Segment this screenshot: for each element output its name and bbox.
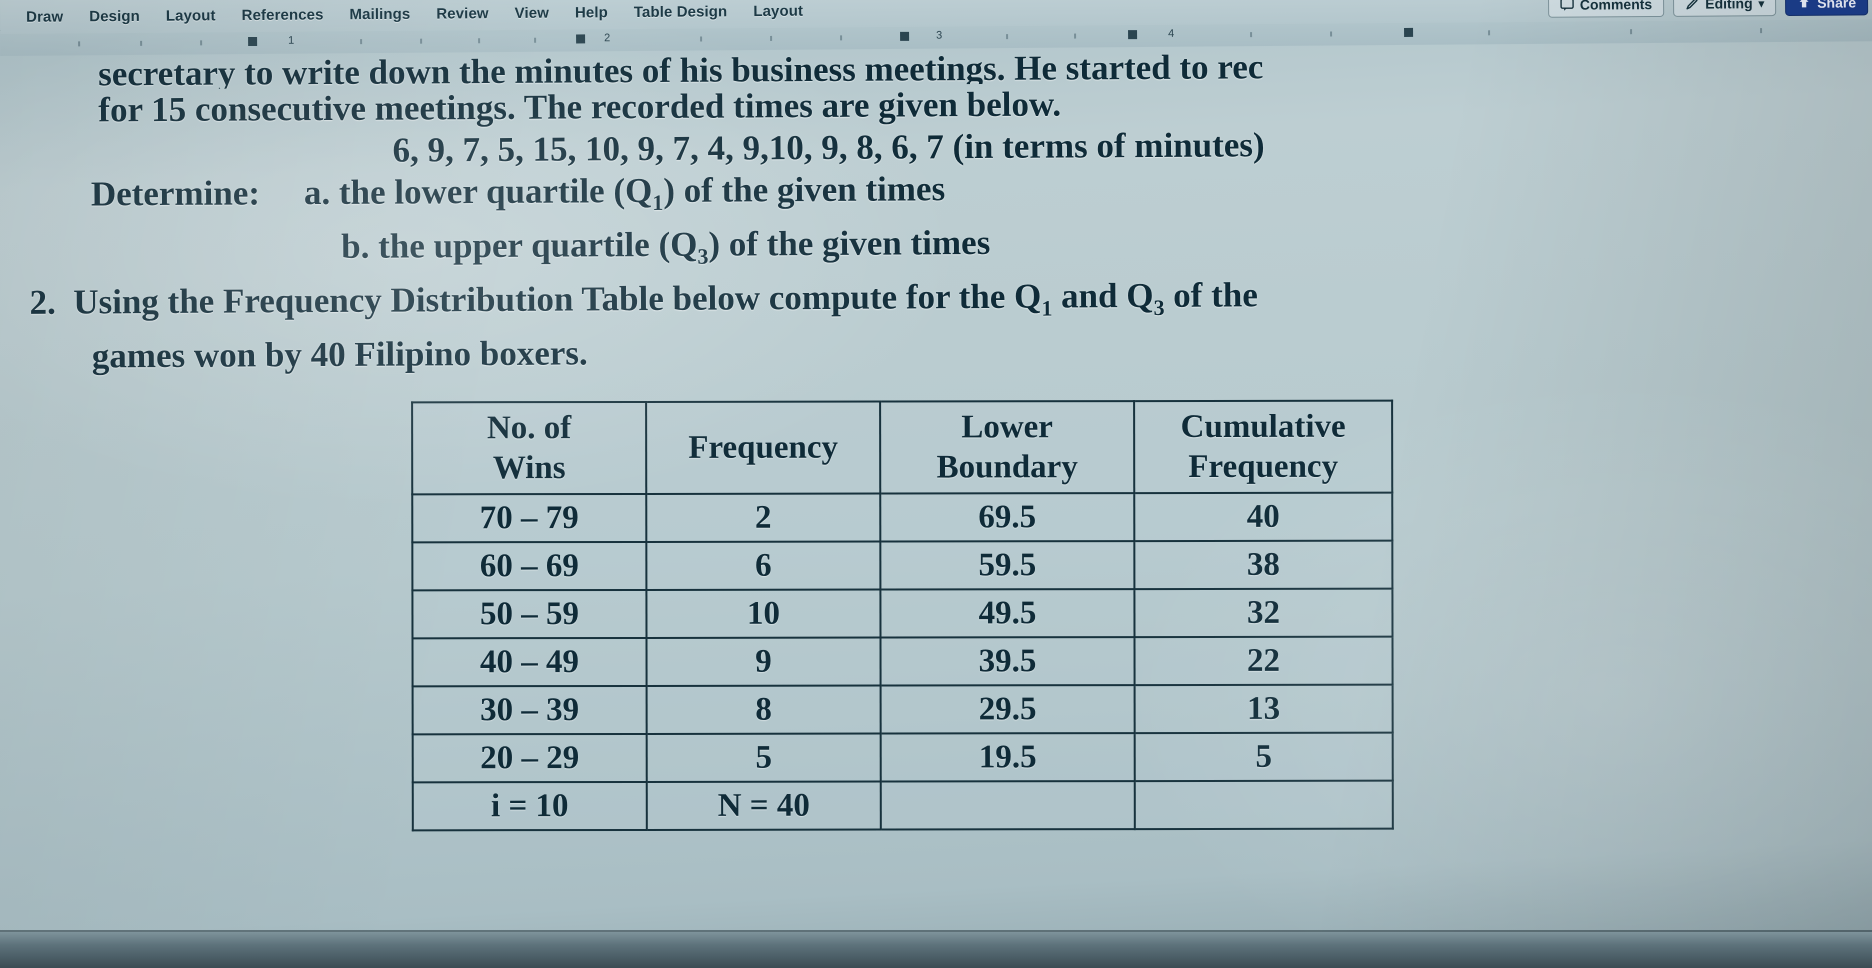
- tab-stop-marker-3[interactable]: [900, 31, 910, 41]
- ruler-number-1: 1: [288, 34, 295, 47]
- photographed-screen: Draw Design Layout References Mailings R…: [0, 0, 1872, 968]
- share-icon: [1797, 0, 1811, 10]
- ruler-number-3: 3: [936, 29, 943, 42]
- ribbon-tab-draw[interactable]: Draw: [26, 8, 63, 25]
- ribbon-tab-layout[interactable]: Layout: [166, 7, 216, 24]
- ribbon-tab-mailings[interactable]: Mailings: [349, 5, 410, 22]
- tab-stop-marker-4[interactable]: [1128, 30, 1138, 40]
- table-summary-row[interactable]: i = 10 N = 40: [412, 780, 1393, 831]
- table-header-lower-boundary: Lower Boundary: [880, 401, 1135, 494]
- share-button[interactable]: Share: [1785, 0, 1869, 16]
- cell-lower-boundary: 59.5: [880, 541, 1135, 590]
- ribbon-tab-view[interactable]: View: [515, 4, 549, 21]
- ribbon-tab-table-layout[interactable]: Layout: [753, 2, 803, 19]
- question-a-tail: ) of the given times: [663, 169, 946, 210]
- cell-frequency: 5: [646, 733, 881, 782]
- comment-bubble-icon: [1560, 0, 1574, 12]
- header-cumulative-line2: Frequency: [1188, 448, 1339, 485]
- frequency-distribution-table-wrapper: No. of Wins Frequency Lower Boundary Cum…: [2, 395, 1872, 836]
- comments-button-label: Comments: [1579, 0, 1653, 13]
- cell-wins: 40 – 49: [412, 637, 647, 687]
- cell-wins: 20 – 29: [412, 733, 647, 783]
- header-lower-line1: Lower: [961, 409, 1053, 446]
- cell-cumulative-frequency: 32: [1134, 588, 1393, 638]
- cell-cumulative-frequency: 13: [1134, 684, 1393, 734]
- ribbon-right-actions: Comments Editing ▾ Share: [1547, 0, 1872, 22]
- tab-stop-marker-2[interactable]: [576, 34, 586, 44]
- question-b-tail: ) of the given times: [708, 222, 991, 264]
- ribbon-tab-references[interactable]: References: [242, 6, 324, 24]
- item-2-text-a: Using the Frequency Distribution Table b…: [73, 276, 1042, 322]
- header-cumulative-line1: Cumulative: [1180, 408, 1346, 446]
- table-row[interactable]: 50 – 59 10 49.5 32: [412, 588, 1393, 639]
- ribbon-tab-table-design[interactable]: Table Design: [634, 3, 728, 21]
- table-row[interactable]: 30 – 39 8 29.5 13: [412, 684, 1393, 735]
- ribbon-tab-review[interactable]: Review: [436, 5, 488, 22]
- question-b-subscript: 3: [697, 243, 709, 269]
- editing-mode-button[interactable]: Editing ▾: [1673, 0, 1777, 17]
- question-b-text: b. the upper quartile (Q: [341, 224, 698, 266]
- table-row[interactable]: 60 – 69 6 59.5 38: [412, 540, 1393, 591]
- table-row[interactable]: 20 – 29 5 19.5 5: [412, 732, 1393, 783]
- item-2-sub-3: 3: [1153, 294, 1165, 320]
- frequency-distribution-table[interactable]: No. of Wins Frequency Lower Boundary Cum…: [411, 400, 1394, 832]
- cell-wins: 30 – 39: [412, 685, 647, 735]
- table-row[interactable]: 70 – 79 2 69.5 40: [412, 492, 1393, 543]
- ruler-number-2: 2: [604, 32, 611, 45]
- tab-stop-marker-5[interactable]: [1404, 27, 1414, 37]
- header-wins-line2: Wins: [492, 450, 566, 487]
- cell-cumulative-frequency: 22: [1134, 636, 1393, 686]
- chevron-down-icon: ▾: [1758, 0, 1765, 10]
- cell-wins: 70 – 79: [412, 493, 647, 543]
- header-wins-line1: No. of: [486, 410, 572, 447]
- cell-lower-boundary-empty: [880, 781, 1135, 830]
- header-lower-line2: Boundary: [936, 449, 1078, 486]
- ribbon-tab-list: Draw Design Layout References Mailings R…: [0, 2, 803, 25]
- cell-lower-boundary: 19.5: [880, 733, 1135, 782]
- pencil-icon: [1685, 0, 1699, 11]
- table-header-row: No. of Wins Frequency Lower Boundary Cum…: [412, 400, 1393, 495]
- item-2-text-c: of the: [1164, 275, 1258, 315]
- comments-button[interactable]: Comments: [1547, 0, 1665, 18]
- monitor-bezel: [0, 932, 1872, 968]
- item-2-number: 2.: [29, 282, 56, 322]
- item-2-text-b: and Q: [1052, 275, 1154, 316]
- cell-frequency: 2: [646, 493, 881, 542]
- cell-wins: 60 – 69: [412, 541, 647, 591]
- table-header-frequency: Frequency: [646, 401, 881, 494]
- share-button-label: Share: [1817, 0, 1857, 11]
- cell-total-frequency: N = 40: [646, 781, 881, 830]
- cell-wins: 50 – 59: [412, 589, 647, 639]
- determine-label: Determine:: [90, 173, 261, 214]
- cell-class-interval: i = 10: [412, 781, 647, 831]
- left-indent-marker[interactable]: [248, 36, 258, 47]
- cell-frequency: 8: [646, 685, 881, 734]
- cell-lower-boundary: 69.5: [880, 493, 1135, 542]
- ribbon-tab-design[interactable]: Design: [89, 7, 140, 24]
- cell-cumulative-frequency: 38: [1134, 540, 1393, 590]
- document-page[interactable]: secretary to write down the minutes of h…: [0, 41, 1872, 932]
- editing-button-label: Editing: [1705, 0, 1753, 12]
- cell-lower-boundary: 29.5: [880, 685, 1135, 734]
- question-a-text: a. the lower quartile (Q: [303, 171, 653, 213]
- cell-cumulative-frequency-empty: [1134, 780, 1393, 830]
- table-header-no-of-wins: No. of Wins: [412, 401, 647, 495]
- ruler-number-4: 4: [1168, 27, 1175, 40]
- cell-frequency: 6: [646, 541, 881, 590]
- cell-frequency: 9: [646, 637, 881, 686]
- question-a-subscript: 1: [652, 189, 664, 216]
- cell-frequency: 10: [646, 589, 881, 638]
- cell-lower-boundary: 49.5: [880, 589, 1135, 638]
- table-header-cumulative-frequency: Cumulative Frequency: [1134, 400, 1393, 494]
- cell-cumulative-frequency: 40: [1134, 492, 1393, 542]
- cell-cumulative-frequency: 5: [1134, 732, 1393, 782]
- header-frequency-line1: Frequency: [688, 429, 839, 466]
- table-row[interactable]: 40 – 49 9 39.5 22: [412, 636, 1393, 687]
- ribbon-tab-help[interactable]: Help: [575, 4, 608, 21]
- item-2-sub-1: 1: [1041, 295, 1053, 321]
- cell-lower-boundary: 39.5: [880, 637, 1135, 686]
